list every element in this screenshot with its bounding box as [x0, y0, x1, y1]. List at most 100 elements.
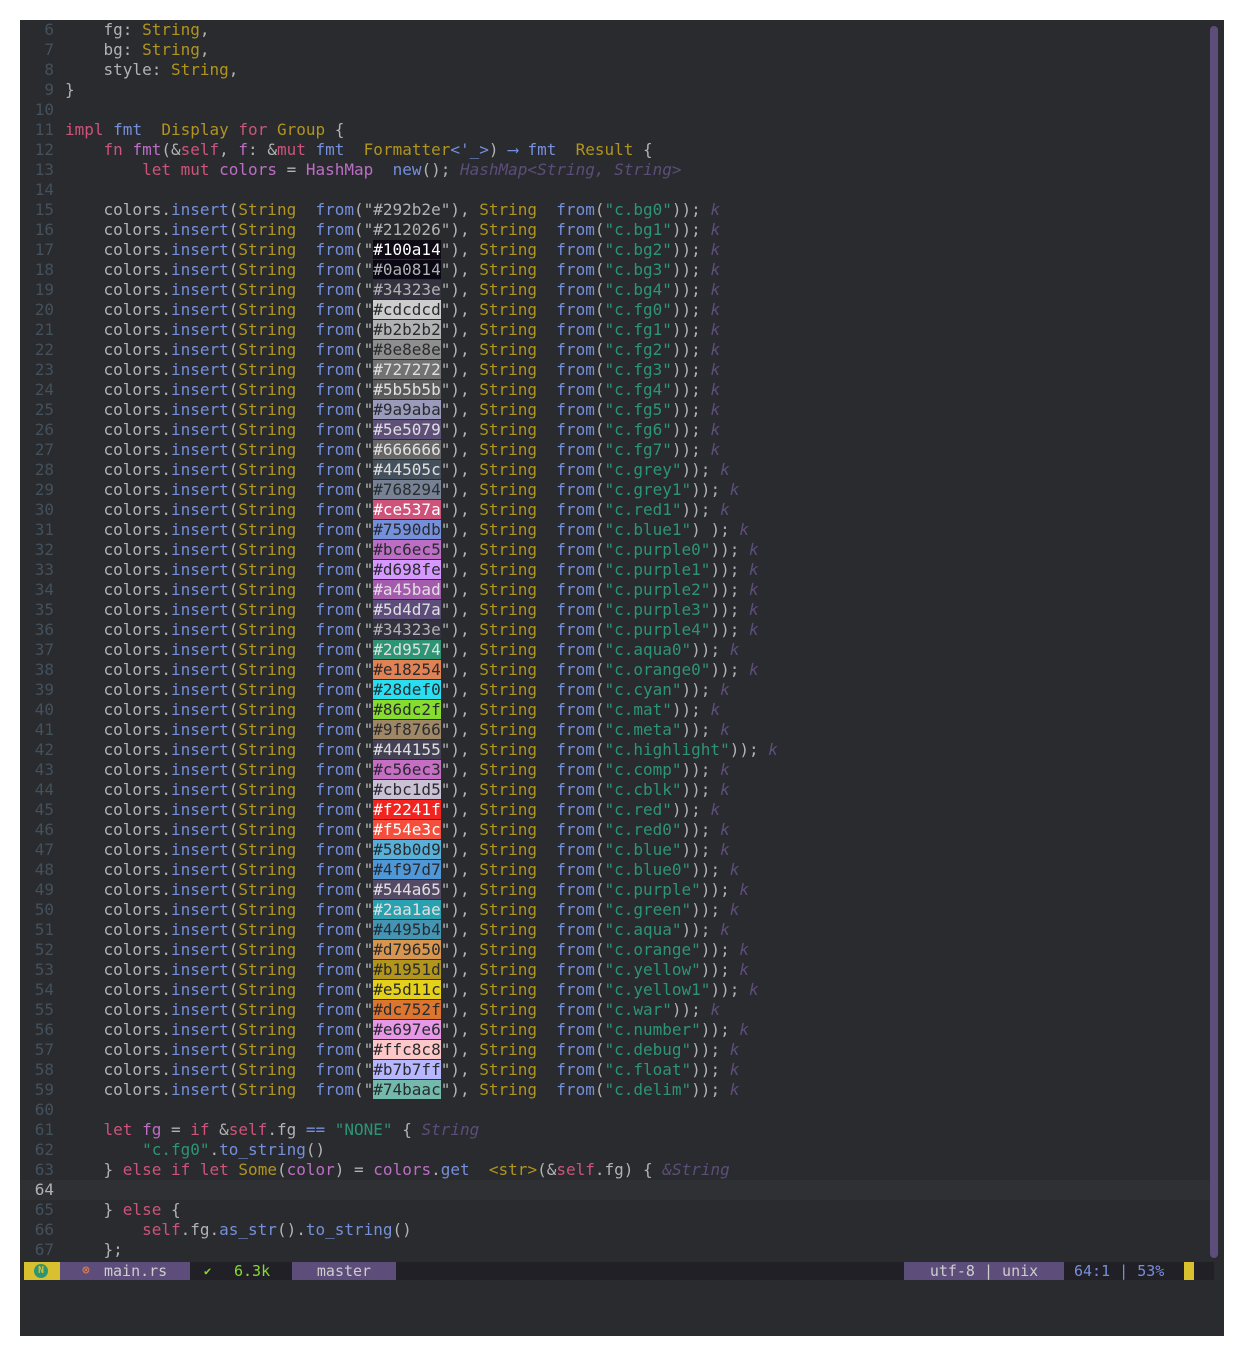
code-text: colors.insert(String from("#b2b2b2"), St…: [65, 320, 721, 339]
code-line[interactable]: 27 colors.insert(String from("#666666"),…: [20, 440, 1210, 460]
code-line[interactable]: 39 colors.insert(String from("#28def0"),…: [20, 680, 1210, 700]
code-line[interactable]: 22 colors.insert(String from("#8e8e8e"),…: [20, 340, 1210, 360]
code-line[interactable]: 28 colors.insert(String from("#44505c"),…: [20, 460, 1210, 480]
code-line[interactable]: 41 colors.insert(String from("#9f8766"),…: [20, 720, 1210, 740]
code-line[interactable]: 35 colors.insert(String from("#5d4d7a"),…: [20, 600, 1210, 620]
code-line[interactable]: 44 colors.insert(String from("#cbc1d5"),…: [20, 780, 1210, 800]
line-number: 21: [34, 320, 54, 339]
code-line[interactable]: 59 colors.insert(String from("#74baac"),…: [20, 1080, 1210, 1100]
code-text: bg: String,: [103, 40, 210, 59]
code-line[interactable]: 43 colors.insert(String from("#c56ec3"),…: [20, 760, 1210, 780]
mode-indicator: N: [24, 1262, 60, 1280]
line-number: 48: [34, 860, 54, 879]
code-line[interactable]: 63 } else if let Some(color) = colors.ge…: [20, 1160, 1210, 1180]
color-swatch: #ffc8c8: [373, 1040, 441, 1059]
line-number: 25: [34, 400, 54, 419]
code-text: colors.insert(String from("#44505c"), St…: [65, 460, 730, 479]
code-line[interactable]: 65 } else {: [20, 1200, 1210, 1220]
code-line[interactable]: 62 "c.fg0".to_string(): [20, 1140, 1210, 1160]
code-text: colors.insert(String from("#b1951d"), St…: [65, 960, 749, 979]
code-line[interactable]: 49 colors.insert(String from("#544a65"),…: [20, 880, 1210, 900]
code-line[interactable]: 42 colors.insert(String from("#444155"),…: [20, 740, 1210, 760]
code-line[interactable]: 46 colors.insert(String from("#f54e3c"),…: [20, 820, 1210, 840]
code-editor[interactable]: 6 fg: String, 7 bg: String, 8 style: Strin…: [20, 20, 1210, 1260]
code-text: colors.insert(String from("#768294"), St…: [65, 480, 740, 499]
line-number: 39: [34, 680, 54, 699]
code-line[interactable]: 48 colors.insert(String from("#4f97d7"),…: [20, 860, 1210, 880]
code-line[interactable]: 23 colors.insert(String from("#727272"),…: [20, 360, 1210, 380]
code-line[interactable]: 45 colors.insert(String from("#f2241f"),…: [20, 800, 1210, 820]
code-line[interactable]: 33 colors.insert(String from("#d698fe"),…: [20, 560, 1210, 580]
code-line[interactable]: 7 bg: String,: [20, 40, 1210, 60]
code-line[interactable]: 14: [20, 180, 1210, 200]
code-line[interactable]: 66 self.fg.as_str().to_string(): [20, 1220, 1210, 1240]
line-number: 64: [34, 1180, 54, 1199]
color-swatch: #292b2e: [373, 200, 441, 219]
code-line[interactable]: 13 let mut colors = HashMap new(); HashM…: [20, 160, 1210, 180]
color-swatch: #dc752f: [373, 1000, 441, 1019]
color-swatch: #212026: [373, 220, 441, 239]
line-number: 67: [34, 1240, 54, 1259]
code-line[interactable]: 64: [20, 1180, 1210, 1200]
code-line[interactable]: 15 colors.insert(String from("#292b2e"),…: [20, 200, 1210, 220]
color-swatch: #9a9aba: [373, 400, 441, 419]
code-line[interactable]: 52 colors.insert(String from("#d79650"),…: [20, 940, 1210, 960]
code-line[interactable]: 34 colors.insert(String from("#a45bad"),…: [20, 580, 1210, 600]
code-line[interactable]: 25 colors.insert(String from("#9a9aba"),…: [20, 400, 1210, 420]
code-line[interactable]: 55 colors.insert(String from("#dc752f"),…: [20, 1000, 1210, 1020]
code-line[interactable]: 21 colors.insert(String from("#b2b2b2"),…: [20, 320, 1210, 340]
line-number: 27: [34, 440, 54, 459]
code-line[interactable]: 58 colors.insert(String from("#b7b7ff"),…: [20, 1060, 1210, 1080]
code-line[interactable]: 10: [20, 100, 1210, 120]
code-line[interactable]: 24 colors.insert(String from("#5b5b5b"),…: [20, 380, 1210, 400]
code-line[interactable]: 19 colors.insert(String from("#34323e"),…: [20, 280, 1210, 300]
code-line[interactable]: 18 colors.insert(String from("#0a0814"),…: [20, 260, 1210, 280]
code-line[interactable]: 17 colors.insert(String from("#100a14"),…: [20, 240, 1210, 260]
code-text: colors.insert(String from("#2d9574"), St…: [65, 640, 740, 659]
code-line[interactable]: 16 colors.insert(String from("#212026"),…: [20, 220, 1210, 240]
line-number: 33: [34, 560, 54, 579]
code-line[interactable]: 36 colors.insert(String from("#34323e"),…: [20, 620, 1210, 640]
code-line[interactable]: 67 };: [20, 1240, 1210, 1260]
code-line[interactable]: 30 colors.insert(String from("#ce537a"),…: [20, 500, 1210, 520]
code-line[interactable]: 50 colors.insert(String from("#2aa1ae"),…: [20, 900, 1210, 920]
code-line[interactable]: 61 let fg = if &self.fg == "NONE" { Stri…: [20, 1120, 1210, 1140]
color-swatch: #74baac: [373, 1080, 441, 1099]
code-line[interactable]: 60: [20, 1100, 1210, 1120]
code-text: colors.insert(String from("#5e5079"), St…: [65, 420, 721, 439]
line-number: 52: [34, 940, 54, 959]
line-number: 63: [34, 1160, 54, 1179]
file-name: main.rs: [104, 1262, 168, 1280]
code-line[interactable]: 47 colors.insert(String from("#58b0d9"),…: [20, 840, 1210, 860]
code-line[interactable]: 11 impl fmt Display for Group {: [20, 120, 1210, 140]
file-segment[interactable]: ⊗ main.rs: [60, 1262, 190, 1280]
code-line[interactable]: 6 fg: String,: [20, 20, 1210, 40]
check-icon: ✔: [204, 1264, 212, 1278]
scrollbar[interactable]: [1210, 26, 1218, 1258]
code-text: impl fmt Display for Group {: [65, 120, 345, 139]
code-line[interactable]: 53 colors.insert(String from("#b1951d"),…: [20, 960, 1210, 980]
code-line[interactable]: 56 colors.insert(String from("#e697e6"),…: [20, 1020, 1210, 1040]
code-line[interactable]: 29 colors.insert(String from("#768294"),…: [20, 480, 1210, 500]
code-line[interactable]: 38 colors.insert(String from("#e18254"),…: [20, 660, 1210, 680]
color-swatch: #b1951d: [373, 960, 441, 979]
code-line[interactable]: 9}: [20, 80, 1210, 100]
code-line[interactable]: 12 fn fmt(&self, f: &mut fmt Formatter<'…: [20, 140, 1210, 160]
code-line[interactable]: 8 style: String,: [20, 60, 1210, 80]
line-number: 8: [44, 60, 54, 79]
color-swatch: #5b5b5b: [373, 380, 441, 399]
code-line[interactable]: 31 colors.insert(String from("#7590db"),…: [20, 520, 1210, 540]
code-line[interactable]: 57 colors.insert(String from("#ffc8c8"),…: [20, 1040, 1210, 1060]
code-text: colors.insert(String from("#74baac"), St…: [65, 1080, 740, 1099]
code-line[interactable]: 20 colors.insert(String from("#cdcdcd"),…: [20, 300, 1210, 320]
code-line[interactable]: 37 colors.insert(String from("#2d9574"),…: [20, 640, 1210, 660]
code-line[interactable]: 51 colors.insert(String from("#4495b4"),…: [20, 920, 1210, 940]
code-text: colors.insert(String from("#28def0"), St…: [65, 680, 730, 699]
code-text: let mut colors = HashMap new(); HashMap<…: [142, 160, 682, 179]
code-line[interactable]: 54 colors.insert(String from("#e5d11c"),…: [20, 980, 1210, 1000]
code-line[interactable]: 26 colors.insert(String from("#5e5079"),…: [20, 420, 1210, 440]
code-line[interactable]: 40 colors.insert(String from("#86dc2f"),…: [20, 700, 1210, 720]
code-line[interactable]: 32 colors.insert(String from("#bc6ec5"),…: [20, 540, 1210, 560]
git-branch[interactable]: master: [292, 1262, 396, 1280]
line-number: 34: [34, 580, 54, 599]
